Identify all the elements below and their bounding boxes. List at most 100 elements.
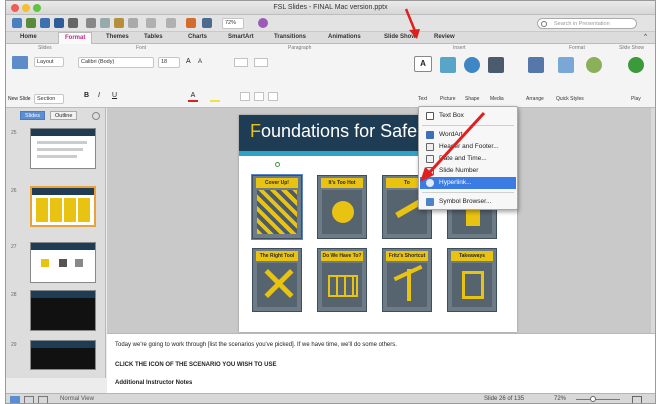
slide-canvas: Foundations for Safe Cover Up! It's Too …	[107, 108, 655, 333]
slides-tab[interactable]: Slides	[20, 111, 45, 120]
vertical-scrollbar[interactable]	[651, 108, 655, 333]
section-button[interactable]: Section	[34, 94, 64, 104]
arrange-icon[interactable]	[528, 57, 544, 73]
rotation-handle[interactable]	[275, 162, 280, 167]
print-icon[interactable]	[68, 18, 78, 28]
zoom-slider[interactable]	[576, 399, 620, 400]
quick-styles-label[interactable]: Quick Styles	[556, 96, 584, 102]
underline-icon[interactable]: U	[112, 92, 117, 99]
scenario-card[interactable]: Do We Have To?	[317, 248, 367, 312]
menu-item-header-footer[interactable]: Header and Footer...	[420, 141, 516, 153]
align-left-icon[interactable]	[240, 92, 250, 101]
paste-icon[interactable]	[114, 18, 124, 28]
zoom-select[interactable]: 72%	[222, 18, 244, 29]
insert-media-icon[interactable]	[488, 57, 504, 73]
menu-item-date-time[interactable]: Date and Time...	[420, 153, 516, 165]
arrange-label[interactable]: Arrange	[526, 96, 544, 102]
templates-icon[interactable]	[26, 18, 36, 28]
layout-button[interactable]: Layout	[34, 57, 64, 67]
help-icon[interactable]	[258, 18, 268, 28]
scenario-card[interactable]: The Right Tool	[252, 248, 302, 312]
save-icon[interactable]	[54, 18, 64, 28]
bullets-icon[interactable]	[234, 58, 248, 67]
tab-review[interactable]: Review	[434, 34, 455, 40]
open-icon[interactable]	[40, 18, 50, 28]
wrench-icon	[257, 263, 297, 307]
title-bar: FSL Slides - FINAL Mac version.pptx	[6, 1, 655, 15]
align-center-icon[interactable]	[254, 92, 264, 101]
numbering-icon[interactable]	[254, 58, 268, 67]
menu-item-wordart[interactable]: WordArt	[420, 129, 516, 141]
fit-to-window-icon[interactable]	[632, 396, 642, 403]
insert-shape-icon[interactable]	[464, 57, 480, 73]
zoom-slider-knob[interactable]	[590, 396, 596, 402]
insert-text-label[interactable]: Text	[418, 96, 427, 102]
new-icon[interactable]	[12, 18, 22, 28]
toolbox-icon[interactable]	[202, 18, 212, 28]
slide-title[interactable]: Foundations for Safe	[250, 121, 417, 142]
tab-tables[interactable]: Tables	[144, 34, 163, 40]
menu-item-symbol-browser[interactable]: Symbol Browser...	[420, 196, 516, 208]
zoom-percent: 72%	[554, 396, 567, 402]
scenario-card[interactable]: It's Too Hot	[317, 175, 367, 239]
slide-number: 29	[11, 342, 17, 348]
menu-item-label: WordArt	[439, 131, 463, 138]
tab-smartart[interactable]: SmartArt	[228, 34, 254, 40]
highlight-icon[interactable]	[210, 92, 220, 102]
font-color-icon[interactable]: A	[188, 92, 198, 102]
format-painter-icon[interactable]	[128, 18, 138, 28]
notes-pane[interactable]: Today we're going to work through [list …	[107, 333, 655, 393]
tab-transitions[interactable]: Transitions	[274, 34, 306, 40]
grow-font-icon[interactable]: A	[186, 58, 191, 65]
font-name-select[interactable]: Calibri (Body)	[78, 57, 154, 68]
collapse-ribbon-icon[interactable]: ^	[644, 34, 647, 40]
copy-icon[interactable]	[100, 18, 110, 28]
bold-icon[interactable]: B	[84, 92, 89, 99]
cut-icon[interactable]	[86, 18, 96, 28]
scenario-card[interactable]: Cover Up!	[251, 174, 303, 240]
insert-media-label[interactable]: Media	[490, 96, 504, 102]
outline-tab[interactable]: Outline	[50, 111, 78, 120]
shrink-font-icon[interactable]: A	[198, 59, 202, 65]
scenario-card[interactable]: Takeaways	[447, 248, 497, 312]
undo-icon[interactable]	[146, 18, 156, 28]
slide-thumbnail[interactable]	[30, 242, 96, 283]
insert-shape-label[interactable]: Shape	[465, 96, 479, 102]
insert-text-icon[interactable]: A	[414, 56, 432, 72]
tab-animations[interactable]: Animations	[328, 34, 361, 40]
normal-view-icon[interactable]	[10, 396, 20, 403]
scenario-card[interactable]: Fritz's Shortcut	[382, 248, 432, 312]
tab-slide-show[interactable]: Slide Show	[384, 34, 416, 40]
shape-effects-icon[interactable]	[586, 57, 602, 73]
italic-icon[interactable]: I	[98, 92, 100, 99]
slide-thumbnail[interactable]	[30, 340, 96, 370]
tab-charts[interactable]: Charts	[188, 34, 207, 40]
align-right-icon[interactable]	[268, 92, 278, 101]
tab-themes[interactable]: Themes	[106, 34, 129, 40]
redo-icon[interactable]	[166, 18, 176, 28]
insert-picture-icon[interactable]	[440, 57, 456, 73]
search-input[interactable]: Search in Presentation	[537, 18, 637, 29]
settings-icon[interactable]	[92, 112, 100, 120]
new-slide-button[interactable]: New Slide	[8, 96, 31, 102]
slides-panel: Slides Outline 25 26 27 28 29	[6, 108, 106, 378]
menu-item-slide-number[interactable]: Slide Number	[420, 165, 516, 177]
tab-format[interactable]: Format	[58, 32, 93, 44]
scenario-card-label: It's Too Hot	[321, 178, 363, 188]
presenter-view-icon[interactable]	[38, 396, 48, 403]
slide-sorter-icon[interactable]	[24, 396, 34, 403]
tab-home[interactable]: Home	[20, 34, 37, 40]
play-icon[interactable]	[628, 57, 644, 73]
new-slide-icon[interactable]	[12, 56, 28, 69]
slide-thumbnail[interactable]	[30, 128, 96, 169]
font-size-select[interactable]: 18	[158, 57, 180, 68]
menu-item-text-box[interactable]: Text Box	[420, 110, 516, 122]
symbol-icon	[426, 198, 434, 206]
gallery-icon[interactable]	[186, 18, 196, 28]
insert-picture-label[interactable]: Picture	[440, 96, 456, 102]
play-label[interactable]: Play	[631, 96, 641, 102]
quick-styles-icon[interactable]	[558, 57, 574, 73]
slide-thumbnail[interactable]	[30, 290, 96, 331]
menu-item-hyperlink[interactable]: Hyperlink...	[420, 177, 516, 189]
slide-thumbnail-selected[interactable]	[30, 186, 96, 227]
